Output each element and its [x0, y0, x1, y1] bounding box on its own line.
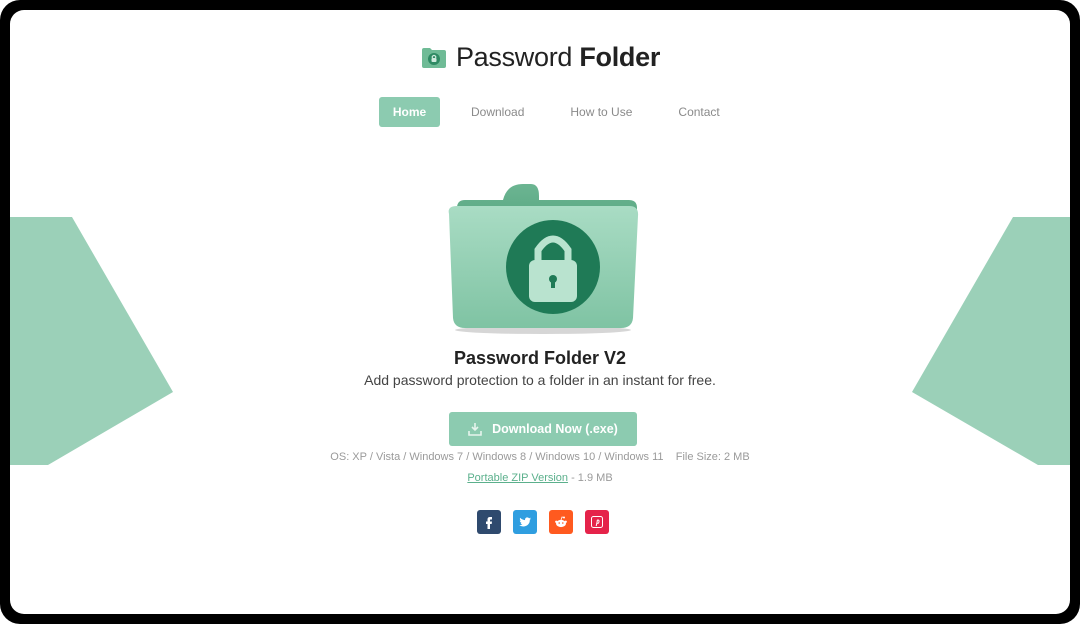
nav-home[interactable]: Home: [379, 97, 440, 127]
site-name-bold: Folder: [579, 42, 661, 72]
site-name-light: Password: [455, 42, 573, 72]
facebook-icon: [486, 517, 492, 529]
nav-how-to-use[interactable]: How to Use: [555, 97, 647, 127]
social-share-bar: [477, 510, 621, 534]
nav-contact[interactable]: Contact: [663, 97, 734, 127]
site-logo[interactable]: Password Folder: [10, 42, 1070, 73]
device-frame: Password Folder Home Download How to Use…: [0, 0, 1080, 624]
folder-lock-icon: [420, 46, 448, 70]
twitter-icon: [519, 517, 531, 527]
hero-folder-lock-icon: [443, 180, 643, 340]
os-list: OS: XP / Vista / Windows 7 / Windows 8 /…: [330, 451, 664, 463]
nav-download[interactable]: Download: [456, 97, 539, 127]
os-compatibility: OS: XP / Vista / Windows 7 / Windows 8 /…: [10, 451, 1070, 463]
file-size: File Size: 2 MB: [675, 451, 750, 463]
pinterest-share-button[interactable]: [585, 510, 609, 534]
product-title: Password Folder V2: [453, 348, 627, 368]
download-now-button[interactable]: Download Now (.exe): [449, 412, 637, 446]
site-name: Password Folder: [456, 42, 660, 73]
reddit-share-button[interactable]: [549, 510, 573, 534]
pinterest-icon: [591, 516, 603, 528]
facebook-share-button[interactable]: [477, 510, 501, 534]
main-nav: Home Download How to Use Contact: [379, 97, 751, 127]
portable-size: - 1.9 MB: [568, 472, 613, 484]
browser-viewport: Password Folder Home Download How to Use…: [10, 10, 1070, 614]
download-icon: [468, 422, 482, 436]
reddit-icon: [555, 516, 567, 528]
portable-zip-link[interactable]: Portable ZIP Version: [467, 472, 568, 484]
portable-download: Portable ZIP Version - 1.9 MB: [10, 472, 1070, 484]
twitter-share-button[interactable]: [513, 510, 537, 534]
download-button-label: Download Now (.exe): [492, 422, 618, 436]
product-subtitle: Add password protection to a folder in a…: [364, 372, 716, 388]
right-green-shape: [912, 217, 1070, 465]
left-green-shape: [10, 217, 173, 465]
